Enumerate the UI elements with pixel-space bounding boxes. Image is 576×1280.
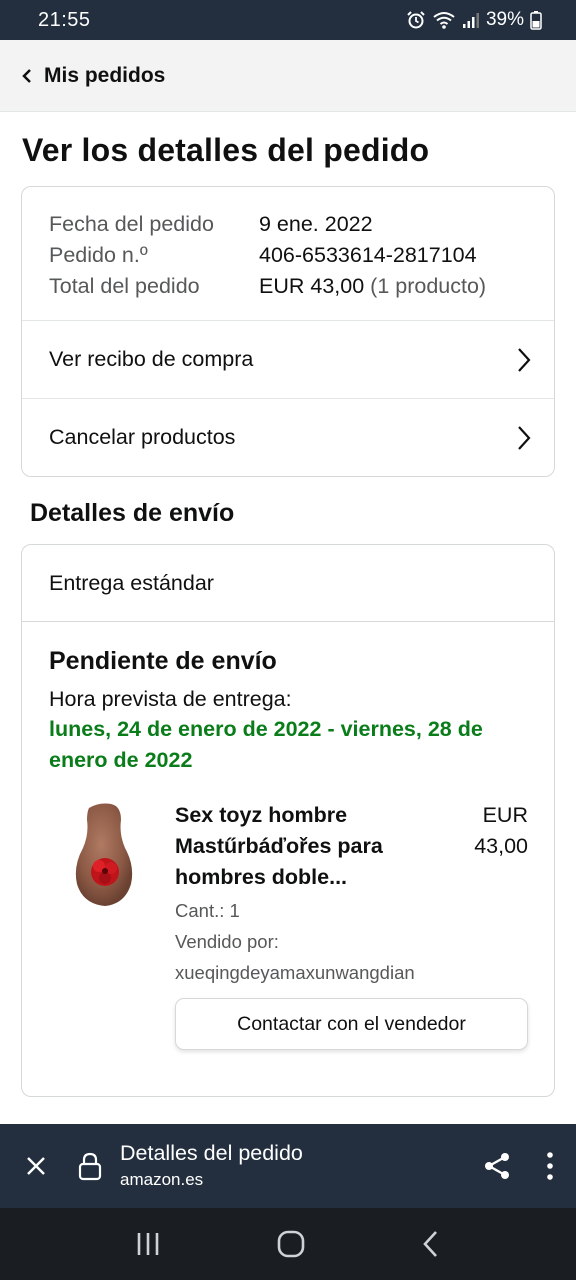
battery-percent: 39% [485, 9, 524, 30]
view-receipt-link[interactable]: Ver recibo de compra [22, 320, 554, 398]
page-title: Ver los detalles del pedido [22, 132, 430, 168]
order-summary-card: Fecha del pedido 9 ene. 2022 Pedido n.º … [21, 186, 555, 477]
shipping-section-title: Detalles de envío [30, 499, 235, 527]
cancel-products-label: Cancelar productos [49, 425, 236, 449]
chevron-right-icon [518, 425, 531, 450]
view-receipt-label: Ver recibo de compra [49, 347, 254, 371]
more-vert-icon[interactable] [546, 1151, 554, 1181]
shipment-status: Pendiente de envío [49, 647, 277, 675]
system-nav-bar [0, 1208, 576, 1280]
order-number-row: Pedido n.º 406-6533614-2817104 [49, 240, 528, 271]
recent-apps-icon[interactable] [135, 1231, 161, 1257]
order-summary-rows: Fecha del pedido 9 ene. 2022 Pedido n.º … [22, 187, 554, 320]
product-title[interactable]: Sex toyz hombre Mastűrbáďořes para hombr… [175, 800, 435, 893]
cancel-products-link[interactable]: Cancelar productos [22, 398, 554, 476]
battery-icon [530, 11, 542, 30]
lock-icon[interactable] [78, 1151, 102, 1181]
status-icons: 39% [406, 9, 542, 31]
close-icon[interactable] [24, 1154, 48, 1178]
sold-by-label: Vendido por: [175, 931, 279, 952]
chevron-right-icon [518, 347, 531, 372]
signal-icon [462, 13, 479, 28]
browser-domain: amazon.es [120, 1170, 204, 1189]
back-icon[interactable] [421, 1230, 441, 1258]
order-number-value: 406-6533614-2817104 [259, 243, 477, 267]
order-item-count: (1 producto) [370, 274, 487, 298]
shipment-card: Entrega estándar Pendiente de envío Hora… [21, 544, 555, 1097]
eta-value: lunes, 24 de enero de 2022 - viernes, 28… [49, 717, 483, 772]
seller-name[interactable]: xueqingdeyamaxunwangdian [175, 957, 528, 988]
order-total-row: Total del pedido EUR 43,00 (1 producto) [49, 271, 528, 302]
shipment-body: Pendiente de envío Hora prevista de entr… [22, 622, 554, 1050]
product-price: EUR 43,00 [474, 803, 528, 858]
order-total-value: EUR 43,00 [259, 274, 365, 298]
delivery-type: Entrega estándar [22, 545, 554, 622]
product-image[interactable] [55, 800, 155, 910]
order-date-row: Fecha del pedido 9 ene. 2022 [49, 209, 528, 240]
contact-seller-button[interactable]: Contactar con el vendedor [175, 998, 528, 1050]
back-chevron-icon [22, 68, 31, 83]
home-icon[interactable] [276, 1229, 306, 1259]
browser-page-info[interactable]: Detalles del pedido amazon.es [120, 1139, 482, 1193]
product-item: Sex toyz hombre Mastűrbáďořes para hombr… [49, 800, 528, 1050]
order-total-value-wrap: EUR 43,00 (1 producto) [259, 271, 486, 302]
order-total-label: Total del pedido [49, 274, 200, 298]
wifi-icon [433, 12, 455, 29]
back-to-orders[interactable]: Mis pedidos [0, 40, 576, 112]
alarm-icon [407, 11, 425, 29]
back-label[interactable]: Mis pedidos [44, 64, 165, 88]
order-date-value: 9 ene. 2022 [259, 212, 373, 236]
product-photo [75, 803, 133, 906]
product-header: Sex toyz hombre Mastűrbáďořes para hombr… [175, 800, 528, 893]
browser-bottom-bar: Detalles del pedido amazon.es [0, 1124, 576, 1208]
browser-page-title: Detalles del pedido [120, 1141, 303, 1165]
order-date-label: Fecha del pedido [49, 212, 214, 236]
eta-label: Hora prevista de entrega: [49, 687, 292, 711]
product-quantity: Cant.: 1 [175, 900, 240, 921]
status-time: 21:55 [38, 8, 91, 31]
order-number-label: Pedido n.º [49, 243, 148, 267]
product-info: Sex toyz hombre Mastűrbáďořes para hombr… [175, 800, 528, 1050]
status-bar: 21:55 39% [0, 0, 576, 40]
share-icon[interactable] [482, 1151, 512, 1181]
